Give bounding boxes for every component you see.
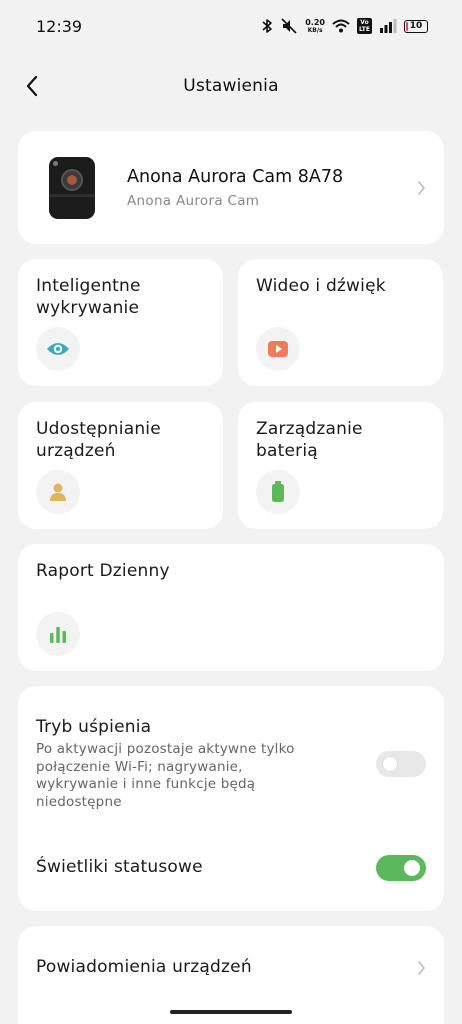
eye-icon — [36, 327, 80, 371]
bluetooth-icon — [261, 18, 273, 34]
tile-smart-detection[interactable]: Inteligentne wykrywanie — [18, 259, 223, 386]
tile-battery-management[interactable]: Zarządzanie baterią — [238, 402, 443, 529]
header: Ustawienia — [0, 64, 462, 108]
status-time: 12:39 — [36, 16, 83, 36]
tile-label: Wideo i dźwięk — [256, 276, 386, 296]
battery-level: 10 — [409, 21, 423, 31]
video-play-icon — [256, 327, 300, 371]
tile-label: Zarządzanie baterią — [256, 419, 363, 461]
device-info: Anona Aurora Cam 8A78 Anona Aurora Cam — [127, 167, 343, 209]
net-speed: 0.20 KB/s — [305, 17, 325, 34]
battery-icon — [256, 470, 300, 514]
status-lights-title: Świetliki statusowe — [36, 857, 203, 877]
toggles-card: Tryb uśpienia Po aktywacji pozostaje akt… — [18, 686, 444, 911]
chevron-left-icon — [26, 75, 38, 97]
sleep-mode-title: Tryb uśpienia — [36, 717, 152, 737]
battery-indicator: 10 — [404, 19, 428, 33]
tile-device-sharing[interactable]: Udostępnianie urządzeń — [18, 402, 223, 529]
tile-video-sound[interactable]: Wideo i dźwięk — [238, 259, 443, 386]
battery-fill — [406, 21, 409, 31]
wifi-icon — [332, 19, 350, 33]
person-icon — [36, 470, 80, 514]
device-card[interactable]: Anona Aurora Cam 8A78 Anona Aurora Cam — [18, 131, 444, 244]
status-bar: 12:39 0.20 KB/s Vo LTE 10 — [0, 0, 462, 52]
back-button[interactable] — [18, 72, 46, 100]
net-speed-value: 0.20 — [305, 17, 325, 27]
page-title: Ustawienia — [183, 76, 279, 96]
device-notifications-label: Powiadomienia urządzeń — [36, 957, 252, 977]
chevron-right-icon — [414, 961, 428, 975]
net-speed-unit: KB/s — [307, 26, 323, 34]
sleep-mode-description: Po aktywacji pozostaje aktywne tylko poł… — [36, 741, 295, 810]
volte-bottom: LTE — [358, 26, 370, 33]
toggle-knob — [382, 756, 398, 772]
daily-report-card[interactable]: Raport Dzienny — [18, 544, 444, 671]
daily-report-label: Raport Dzienny — [36, 561, 170, 581]
volte-badge: Vo LTE — [356, 18, 372, 34]
home-indicator[interactable] — [170, 1010, 292, 1014]
device-model: Anona Aurora Cam — [127, 192, 260, 209]
sleep-mode-toggle[interactable] — [376, 751, 426, 777]
tile-label: Udostępnianie urządzeń — [36, 419, 161, 461]
bar-chart-icon — [36, 612, 80, 656]
status-lights-toggle[interactable] — [376, 855, 426, 881]
camera-thumbnail-icon — [49, 156, 95, 219]
toggle-knob — [404, 860, 420, 876]
volte-top: Vo — [360, 19, 369, 26]
chevron-right-icon — [414, 180, 428, 195]
status-icons: 0.20 KB/s Vo LTE 10 — [261, 18, 428, 34]
mute-icon — [280, 18, 298, 34]
signal-icon — [379, 19, 397, 33]
device-name: Anona Aurora Cam 8A78 — [127, 166, 344, 187]
tile-label: Inteligentne wykrywanie — [36, 276, 141, 318]
